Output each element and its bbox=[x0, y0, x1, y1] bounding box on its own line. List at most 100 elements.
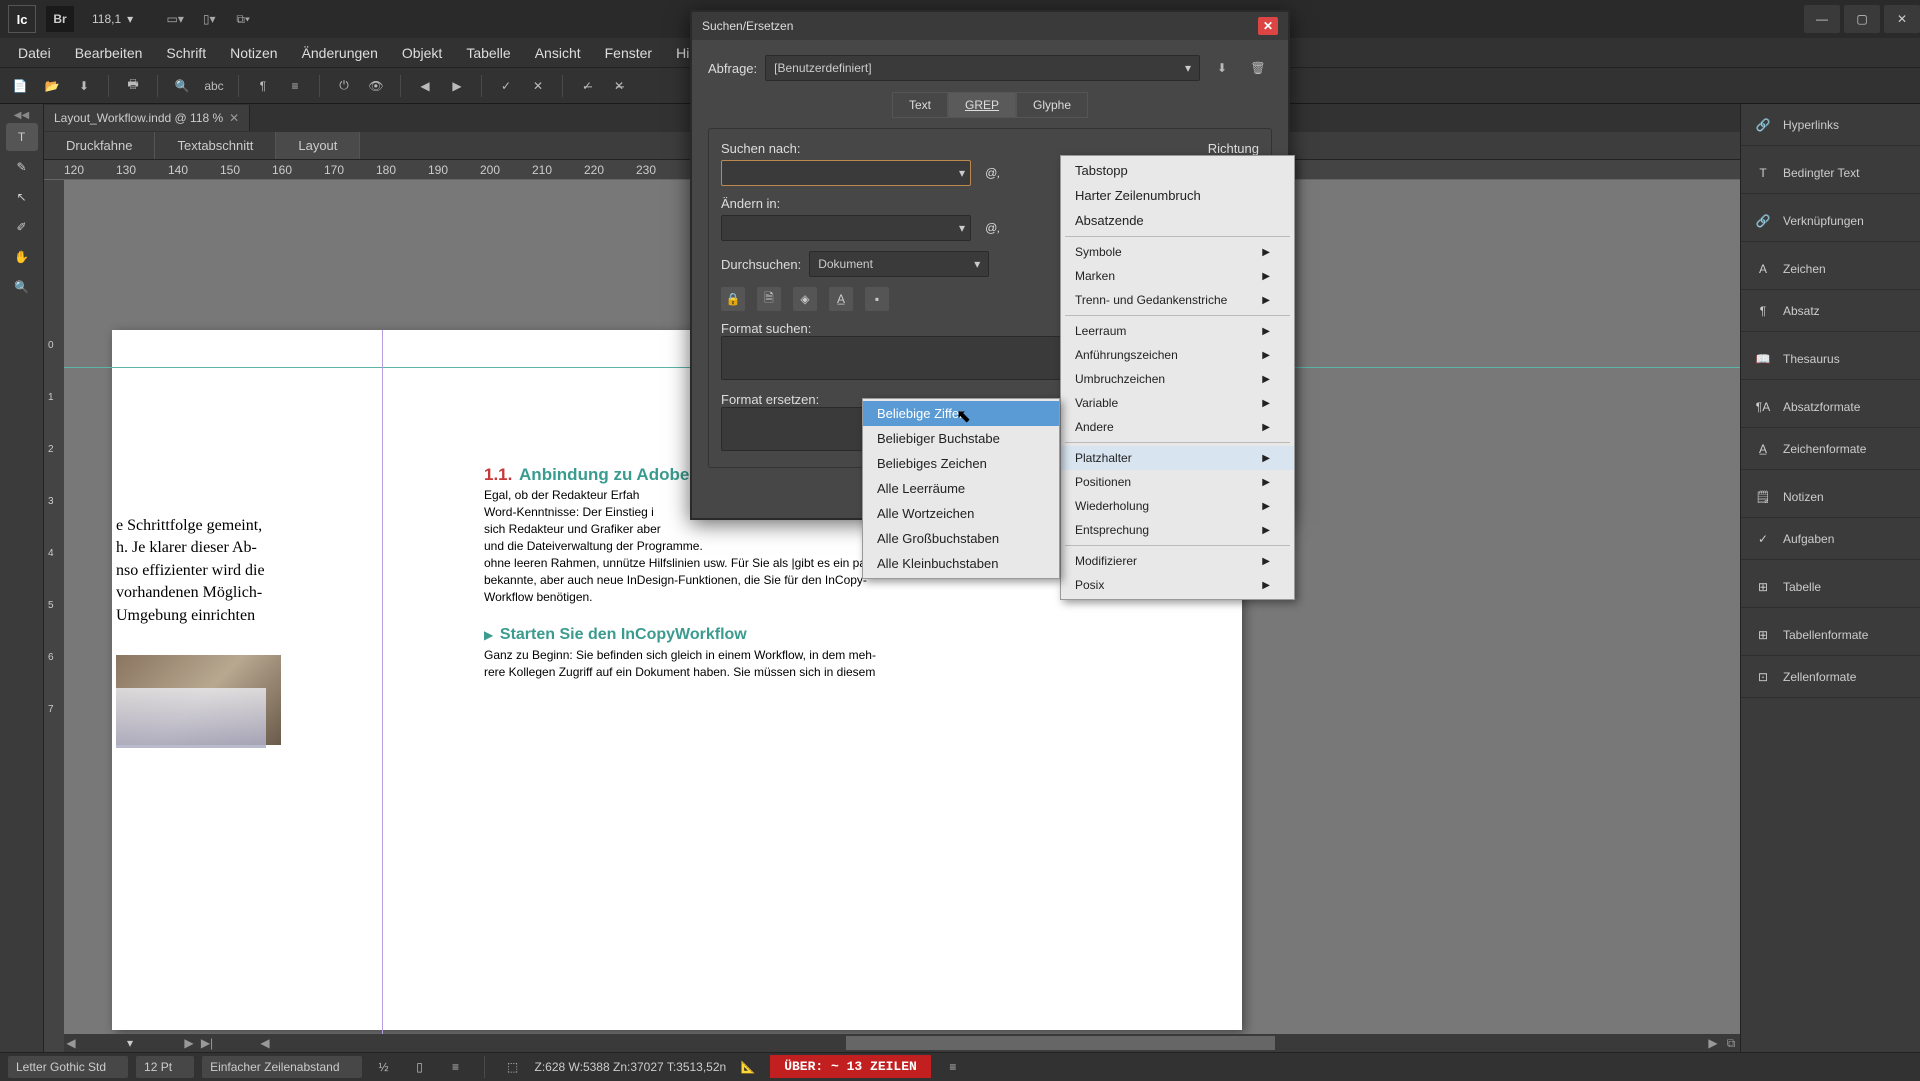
load-query-icon[interactable]: ⬇ bbox=[1208, 54, 1236, 82]
hand-tool[interactable]: ✋ bbox=[6, 243, 38, 271]
bridge-logo[interactable]: Br bbox=[46, 6, 74, 32]
panel-absatz[interactable]: ¶Absatz bbox=[1741, 290, 1920, 332]
panel-aufgaben[interactable]: ✓Aufgaben bbox=[1741, 518, 1920, 560]
close-tab-icon[interactable]: ✕ bbox=[229, 111, 239, 125]
panel-tabellenformate[interactable]: ⊞Tabellenformate bbox=[1741, 614, 1920, 656]
menu-item[interactable]: Umbruchzeichen▶ bbox=[1061, 367, 1294, 391]
prev-icon[interactable]: ◀ bbox=[411, 72, 439, 100]
dialog-close-button[interactable]: ✕ bbox=[1258, 17, 1278, 35]
eye-icon[interactable]: 👁 bbox=[362, 72, 390, 100]
menu-item[interactable]: Symbole▶ bbox=[1061, 240, 1294, 264]
text-frame-left[interactable]: e Schrittfolge gemeint,h. Je klarer dies… bbox=[116, 515, 286, 627]
menu-item[interactable]: Posix▶ bbox=[1061, 573, 1294, 597]
power-icon[interactable]: ⏻ bbox=[330, 72, 358, 100]
menu-schrift[interactable]: Schrift bbox=[154, 39, 218, 67]
menu-item[interactable]: Marken▶ bbox=[1061, 264, 1294, 288]
query-dropdown[interactable]: [Benutzerdefiniert]▾ bbox=[765, 55, 1200, 81]
change-input[interactable]: ▾ bbox=[721, 215, 971, 241]
submenu-item[interactable]: Alle Kleinbuchstaben bbox=[863, 551, 1059, 576]
save-icon[interactable]: ⬇ bbox=[70, 72, 98, 100]
panel-notizen[interactable]: 🗒Notizen bbox=[1741, 476, 1920, 518]
cross-icon[interactable]: ✕̶ bbox=[605, 72, 633, 100]
menu-item[interactable]: Anführungszeichen▶ bbox=[1061, 343, 1294, 367]
menu-item[interactable]: Entsprechung▶ bbox=[1061, 518, 1294, 542]
font-dropdown[interactable]: Letter Gothic Std bbox=[8, 1056, 128, 1078]
panel-tabelle[interactable]: ⊞Tabelle bbox=[1741, 566, 1920, 608]
panel-zeichen[interactable]: AZeichen bbox=[1741, 248, 1920, 290]
document-tab[interactable]: Layout_Workflow.indd @ 118 %✕ bbox=[44, 105, 250, 131]
dialog-tab-text[interactable]: Text bbox=[892, 92, 948, 118]
menu-datei[interactable]: Datei bbox=[6, 39, 63, 67]
dialog-titlebar[interactable]: Suchen/Ersetzen ✕ bbox=[692, 12, 1288, 40]
prev-page-icon[interactable]: ◀ bbox=[62, 1034, 80, 1052]
menu-item[interactable]: Trenn- und Gedankenstriche▶ bbox=[1061, 288, 1294, 312]
view-tab-druckfahne[interactable]: Druckfahne bbox=[44, 132, 155, 159]
view-icon-1[interactable]: ▭▾ bbox=[165, 9, 185, 29]
zoom-tool[interactable]: 🔍 bbox=[6, 273, 38, 301]
opt-hidden-icon[interactable]: ▪ bbox=[865, 287, 889, 311]
menu-item[interactable]: Positionen▶ bbox=[1061, 470, 1294, 494]
menu-fenster[interactable]: Fenster bbox=[593, 39, 664, 67]
split-icon[interactable]: ⧉ bbox=[1722, 1034, 1740, 1052]
eyedropper-tool[interactable]: ✐ bbox=[6, 213, 38, 241]
scrollbar-horizontal[interactable]: |◀ ◀ ▾ ▶ ▶| ◀ ▶ ⧉ bbox=[44, 1034, 1740, 1052]
menu-item[interactable]: Platzhalter▶ bbox=[1061, 446, 1294, 470]
checkmark-icon[interactable]: ✓̶ bbox=[573, 72, 601, 100]
opt-footnotes-icon[interactable]: ◈ bbox=[793, 287, 817, 311]
text-tool[interactable]: T bbox=[6, 123, 38, 151]
opt-locked-icon[interactable]: 🔒 bbox=[721, 287, 745, 311]
change-special-button[interactable]: @, bbox=[979, 217, 1007, 239]
opt-master-icon[interactable]: A̲ bbox=[829, 287, 853, 311]
note-tool[interactable]: ✎ bbox=[6, 153, 38, 181]
minimize-button[interactable]: — bbox=[1804, 5, 1840, 33]
view-tab-textabschnitt[interactable]: Textabschnitt bbox=[155, 132, 276, 159]
info-icon[interactable]: ⬚ bbox=[499, 1053, 527, 1081]
panel-zellenformate[interactable]: ⊡Zellenformate bbox=[1741, 656, 1920, 698]
last-page-icon[interactable]: ▶| bbox=[198, 1034, 216, 1052]
close-button[interactable]: ✕ bbox=[1884, 5, 1920, 33]
print-icon[interactable]: 🖶 bbox=[119, 72, 147, 100]
delete-query-icon[interactable]: 🗑 bbox=[1244, 54, 1272, 82]
menu-objekt[interactable]: Objekt bbox=[390, 39, 454, 67]
x-icon[interactable]: ✕ bbox=[524, 72, 552, 100]
next-page-icon[interactable]: ▶ bbox=[180, 1034, 198, 1052]
pilcrow-icon[interactable]: ¶ bbox=[249, 72, 277, 100]
menu-item[interactable]: Modifizierer▶ bbox=[1061, 549, 1294, 573]
menu-item[interactable]: Tabstopp bbox=[1061, 158, 1294, 183]
view-tab-layout[interactable]: Layout bbox=[276, 132, 360, 159]
menu-tabelle[interactable]: Tabelle bbox=[454, 39, 522, 67]
submenu-item[interactable]: Beliebige Ziffer bbox=[863, 401, 1059, 426]
size-dropdown[interactable]: 12 Pt bbox=[136, 1056, 194, 1078]
menu-bearbeiten[interactable]: Bearbeiten bbox=[63, 39, 155, 67]
view-icon-2[interactable]: ▯▾ bbox=[199, 9, 219, 29]
submenu-item[interactable]: Alle Großbuchstaben bbox=[863, 526, 1059, 551]
menu-item[interactable]: Andere▶ bbox=[1061, 415, 1294, 439]
list-icon[interactable]: ≡ bbox=[281, 72, 309, 100]
check-icon[interactable]: ✓ bbox=[492, 72, 520, 100]
panel-hyperlinks[interactable]: 🔗Hyperlinks bbox=[1741, 104, 1920, 146]
zoom-dropdown[interactable]: 118,1▾ bbox=[84, 8, 151, 30]
dialog-tab-grep[interactable]: GREP bbox=[948, 92, 1016, 118]
maximize-button[interactable]: ▢ bbox=[1844, 5, 1880, 33]
align-2-icon[interactable]: ▯ bbox=[406, 1053, 434, 1081]
menu-ansicht[interactable]: Ansicht bbox=[523, 39, 593, 67]
new-icon[interactable]: 📄 bbox=[6, 72, 34, 100]
menu-notizen[interactable]: Notizen bbox=[218, 39, 289, 67]
menu-änderungen[interactable]: Änderungen bbox=[290, 39, 390, 67]
align-1-icon[interactable]: ½ bbox=[370, 1053, 398, 1081]
search-input[interactable]: ▾ bbox=[721, 160, 971, 186]
panel-absatzformate[interactable]: ¶AAbsatzformate bbox=[1741, 386, 1920, 428]
leading-dropdown[interactable]: Einfacher Zeilenabstand bbox=[202, 1056, 361, 1078]
search-special-button[interactable]: @, bbox=[979, 162, 1007, 184]
menu-item[interactable]: Variable▶ bbox=[1061, 391, 1294, 415]
submenu-item[interactable]: Beliebiges Zeichen bbox=[863, 451, 1059, 476]
submenu-item[interactable]: Alle Leerräume bbox=[863, 476, 1059, 501]
submenu-item[interactable]: Alle Wortzeichen bbox=[863, 501, 1059, 526]
submenu-item[interactable]: Beliebiger Buchstabe bbox=[863, 426, 1059, 451]
menu-item[interactable]: Wiederholung▶ bbox=[1061, 494, 1294, 518]
next-icon[interactable]: ▶ bbox=[443, 72, 471, 100]
align-3-icon[interactable]: ≡ bbox=[442, 1053, 470, 1081]
panel-verknüpfungen[interactable]: 🔗Verknüpfungen bbox=[1741, 200, 1920, 242]
panel-thesaurus[interactable]: 📖Thesaurus bbox=[1741, 338, 1920, 380]
position-tool[interactable]: ↖ bbox=[6, 183, 38, 211]
